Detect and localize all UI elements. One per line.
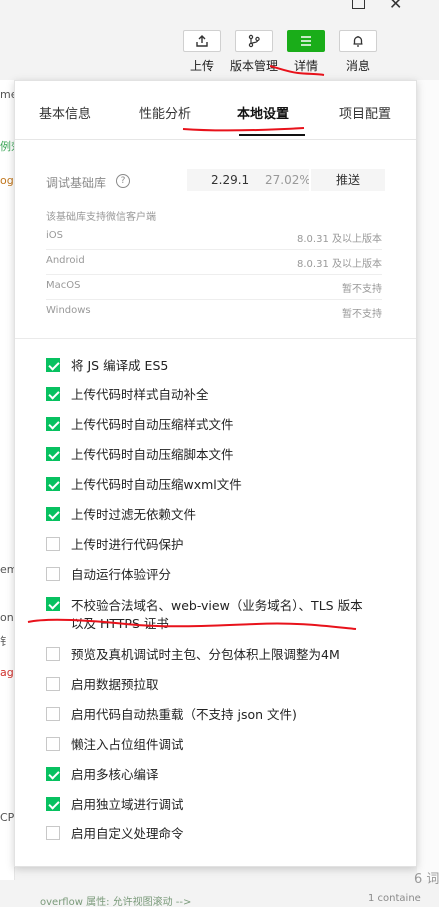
- left-editor-edge: me 例郊 og em one 钅 ag CP: [0, 80, 22, 880]
- option-label: 上传时过滤无依赖文件: [71, 507, 197, 522]
- help-icon[interactable]: ?: [116, 174, 130, 188]
- checkbox[interactable]: [46, 677, 60, 691]
- devtools-window: ✕ 上传 版本管理 详情 消息 me 例郊 og em one 钅 ag CP …: [0, 0, 439, 907]
- checkbox[interactable]: [46, 537, 60, 551]
- active-tab-indicator: [239, 134, 305, 136]
- base-library-version: 2.29.1: [211, 173, 250, 187]
- toolbar: 上传 版本管理 详情 消息: [170, 30, 430, 78]
- section-divider: [15, 338, 416, 339]
- details-panel: 基本信息 性能分析 本地设置 项目配置 调试基础库 ? 2.29.1 27.02…: [14, 80, 417, 867]
- base-library-select[interactable]: 2.29.1 27.02%: [187, 169, 311, 191]
- platform-row-windows: Windows 暂不支持: [46, 299, 382, 324]
- platform-row-macos: MacOS 暂不支持: [46, 274, 382, 300]
- option-label: 上传代码时样式自动补全: [71, 387, 209, 402]
- checkbox[interactable]: [46, 507, 60, 521]
- upload-icon: [183, 30, 221, 52]
- word-count-fragment: 6 词: [414, 872, 439, 887]
- platform-name: MacOS: [46, 280, 81, 291]
- option-label: 将 JS 编译成 ES5: [71, 358, 169, 373]
- upload-button[interactable]: 上传: [174, 30, 230, 78]
- platform-name: Windows: [46, 305, 91, 316]
- option-label: 启用多核心编译: [71, 767, 159, 782]
- details-label: 详情: [293, 59, 318, 73]
- branch-icon: [235, 30, 273, 52]
- platform-value: 8.0.31 及以上版本: [297, 234, 382, 245]
- tab-bar: 基本信息 性能分析 本地设置 项目配置: [15, 81, 416, 140]
- checkbox[interactable]: [46, 567, 60, 581]
- messages-label: 消息: [345, 59, 370, 73]
- checkbox[interactable]: [46, 417, 60, 431]
- option-label: 上传代码时自动压缩wxml文件: [71, 477, 242, 492]
- version-management-button[interactable]: 版本管理: [226, 30, 282, 78]
- tab-basic-info[interactable]: 基本信息: [39, 103, 91, 122]
- right-editor-edge: [417, 80, 439, 880]
- messages-button[interactable]: 消息: [330, 30, 386, 78]
- option-label: 预览及真机调试时主包、分包体积上限调整为4M: [71, 647, 340, 662]
- platform-name: iOS: [46, 230, 63, 241]
- base-library-percent: 27.02%: [265, 173, 311, 187]
- menu-icon: [287, 30, 325, 52]
- option-label: 懒注入占位组件调试: [71, 737, 184, 752]
- edge-fragment: og: [0, 174, 14, 187]
- bell-icon: [339, 30, 377, 52]
- edge-fragment: CP: [0, 811, 15, 824]
- checkbox[interactable]: [46, 387, 60, 401]
- platform-row-android: Android 8.0.31 及以上版本: [46, 249, 382, 275]
- support-note: 该基础库支持微信客户端: [46, 212, 156, 223]
- tab-performance[interactable]: 性能分析: [139, 103, 191, 122]
- option-label: 启用代码自动热重载（不支持 json 文件): [71, 707, 297, 722]
- checkbox[interactable]: [46, 358, 60, 372]
- platform-row-ios: iOS 8.0.31 及以上版本: [46, 224, 382, 250]
- option-label: 自动运行体验评分: [71, 567, 172, 582]
- platform-name: Android: [46, 255, 85, 266]
- checkbox[interactable]: [46, 707, 60, 721]
- tab-project-config[interactable]: 项目配置: [339, 103, 391, 122]
- close-icon[interactable]: ✕: [389, 0, 402, 14]
- edge-fragment: 钅: [0, 635, 11, 648]
- checkbox[interactable]: [46, 826, 60, 840]
- base-library-row: 调试基础库 ? 2.29.1 27.02% 推送: [46, 169, 385, 193]
- checkbox[interactable]: [46, 797, 60, 811]
- platform-value: 8.0.31 及以上版本: [297, 259, 382, 270]
- option-label: 不校验合法域名、web-view（业务域名）、TLS 版本以及 HTTPS 证书: [71, 598, 363, 631]
- upload-label: 上传: [189, 59, 214, 73]
- version-management-label: 版本管理: [229, 59, 278, 73]
- platform-value: 暂不支持: [342, 284, 382, 295]
- tab-local-settings[interactable]: 本地设置: [237, 103, 289, 122]
- checkbox[interactable]: [46, 647, 60, 661]
- checkbox[interactable]: [46, 447, 60, 461]
- platform-value: 暂不支持: [342, 309, 382, 320]
- option-label: 上传时进行代码保护: [71, 537, 184, 552]
- base-library-label: 调试基础库: [46, 176, 107, 190]
- push-button[interactable]: 推送: [309, 169, 385, 191]
- checkbox[interactable]: [46, 737, 60, 751]
- code-fragment: overflow 属性: 允许视图滚动 -->: [40, 897, 192, 907]
- option-label: 上传代码时自动压缩样式文件: [71, 417, 234, 432]
- maximize-icon[interactable]: [352, 0, 365, 9]
- edge-fragment: ag: [0, 666, 14, 679]
- option-label: 上传代码时自动压缩脚本文件: [71, 447, 234, 462]
- checkbox[interactable]: [46, 597, 60, 611]
- checkbox[interactable]: [46, 767, 60, 781]
- code-fragment: 1 containe: [368, 893, 421, 904]
- option-label: 启用独立域进行调试: [71, 797, 184, 812]
- option-label: 启用数据预拉取: [71, 677, 159, 692]
- option-label: 启用自定义处理命令: [71, 826, 184, 841]
- checkbox[interactable]: [46, 477, 60, 491]
- details-button[interactable]: 详情: [278, 30, 334, 78]
